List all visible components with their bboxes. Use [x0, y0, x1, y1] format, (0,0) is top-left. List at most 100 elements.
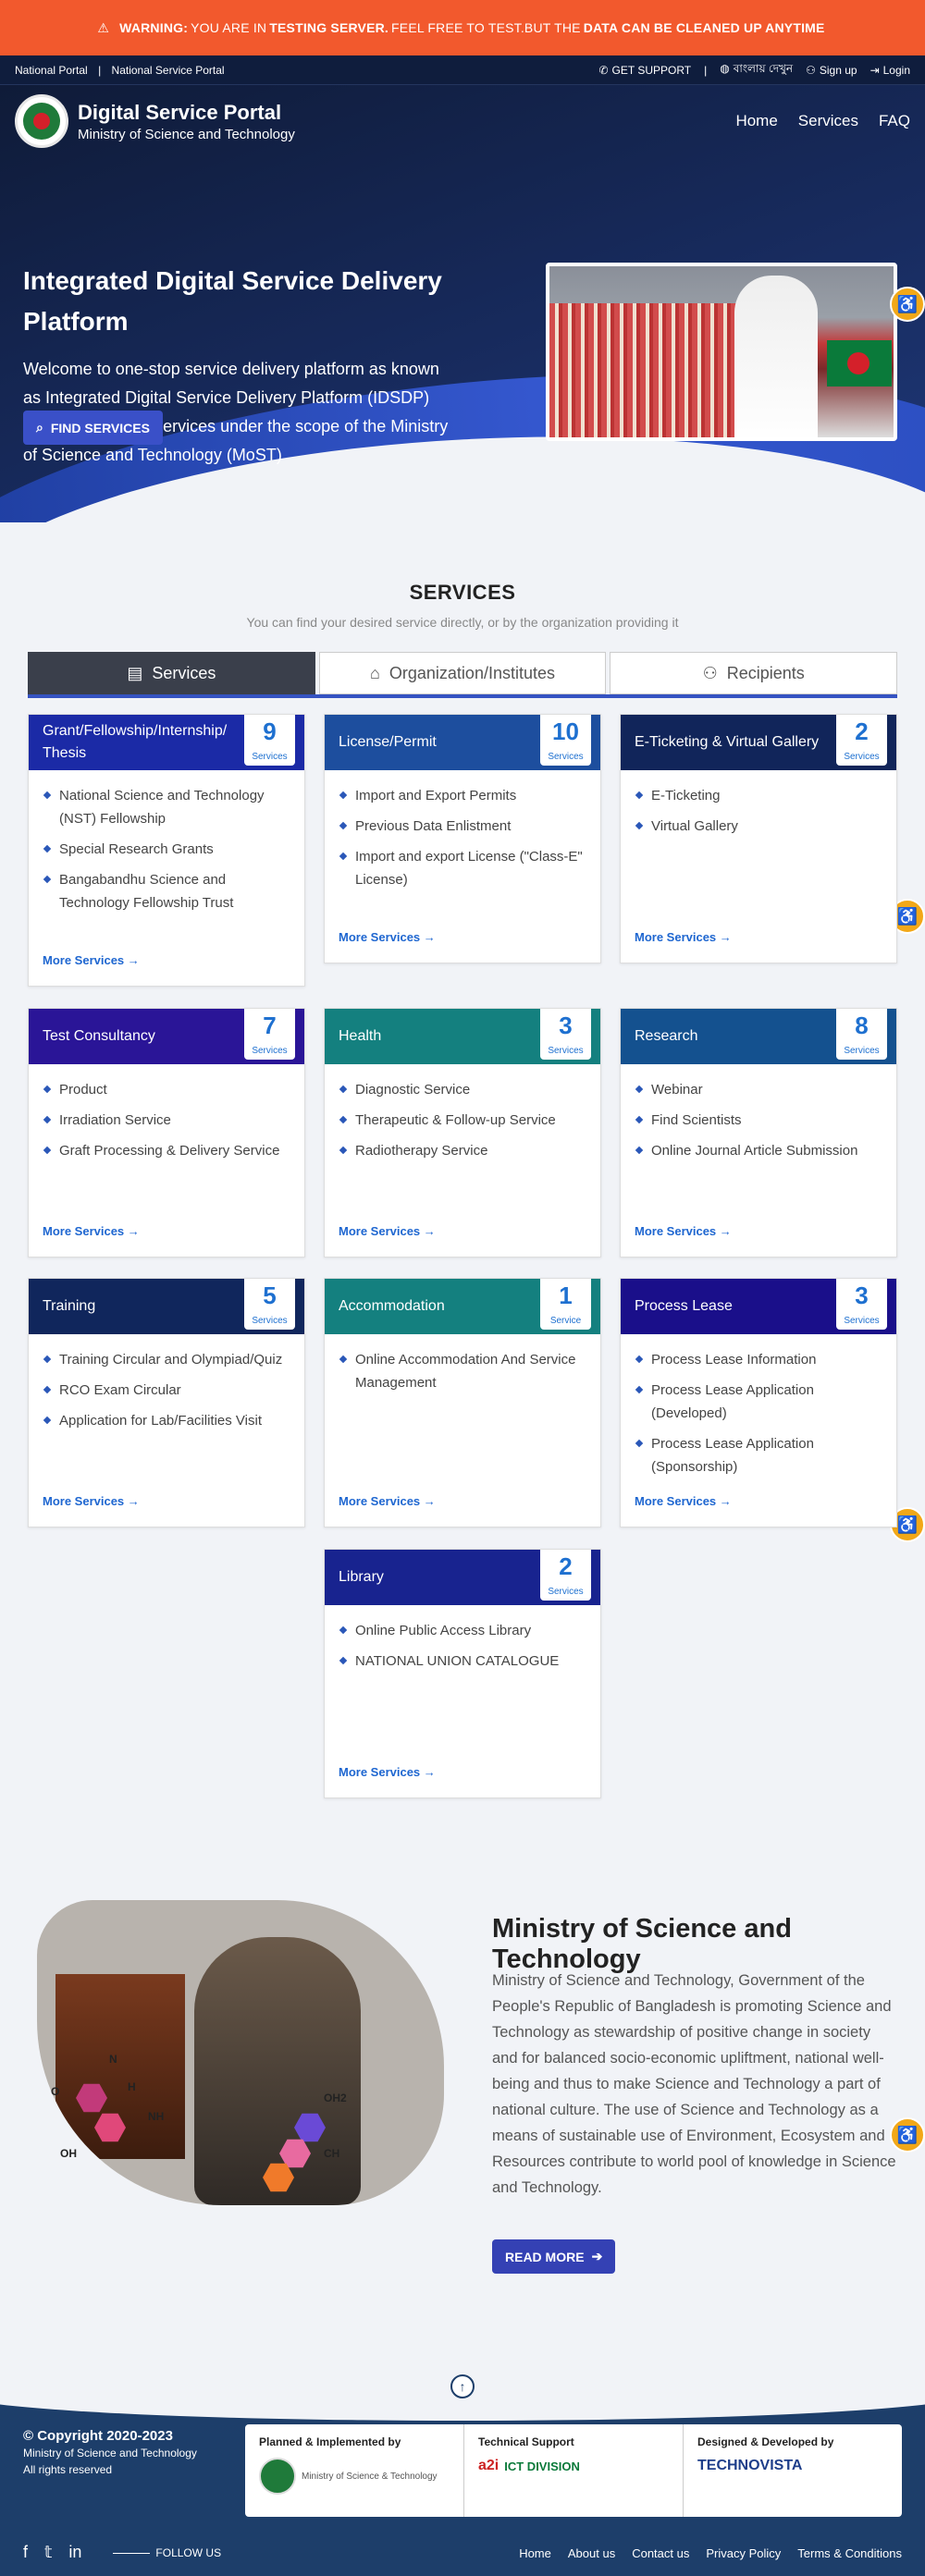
card-header: E-Ticketing & Virtual Gallery 2 Services — [621, 715, 896, 770]
card-title: E-Ticketing & Virtual Gallery — [635, 734, 820, 750]
service-item[interactable]: Application for Lab/Facilities Visit — [43, 1409, 290, 1432]
service-count: 2 — [559, 1552, 573, 1580]
card-header: Test Consultancy 7 Services — [29, 1009, 304, 1064]
service-count-unit: Service — [549, 1316, 582, 1326]
service-item[interactable]: Graft Processing & Delivery Service — [43, 1139, 290, 1162]
service-card[interactable]: Grant/Fellowship/Internship/ Thesis 9 Ser… — [28, 714, 305, 987]
partner-planned: Planned & Implemented by Ministry of Sci… — [245, 2424, 464, 2517]
service-item[interactable]: Virtual Gallery — [635, 815, 882, 838]
nav-faq[interactable]: FAQ — [879, 112, 910, 130]
service-item[interactable]: Process Lease Information — [635, 1348, 882, 1371]
service-item[interactable]: Import and Export Permits — [339, 784, 586, 807]
service-item[interactable]: Therapeutic & Follow-up Service — [339, 1109, 586, 1132]
facebook-icon[interactable]: f — [23, 2543, 28, 2562]
get-support-link[interactable]: ✆ GET SUPPORT — [598, 64, 691, 77]
service-card[interactable]: Accommodation 1 Service Online Accommodat… — [324, 1278, 601, 1527]
login-link[interactable]: ⇥ Login — [870, 64, 910, 77]
footer-link-terms[interactable]: Terms & Conditions — [797, 2546, 902, 2560]
warning-bold: DATA CAN BE CLEANED UP ANYTIME — [583, 20, 825, 35]
service-item[interactable]: Online Public Access Library — [339, 1619, 586, 1642]
service-item[interactable]: Training Circular and Olympiad/Quiz — [43, 1348, 290, 1371]
footer-link-home[interactable]: Home — [519, 2546, 551, 2560]
footer-link-about[interactable]: About us — [568, 2546, 615, 2560]
nav-home[interactable]: Home — [735, 112, 777, 130]
service-item[interactable]: Process Lease Application (Sponsorship) — [635, 1432, 882, 1478]
service-item[interactable]: Webinar — [635, 1078, 882, 1101]
service-item[interactable]: Online Accommodation And Service Managem… — [339, 1348, 586, 1394]
language-toggle[interactable]: ◍ বাংলায় দেখুন — [720, 61, 793, 80]
more-services-link[interactable]: More Services → — [339, 1765, 436, 1779]
service-count: 5 — [263, 1282, 277, 1309]
service-card[interactable]: E-Ticketing & Virtual Gallery 2 Services … — [620, 714, 897, 963]
service-item[interactable]: Bangabandhu Science and Technology Fello… — [43, 868, 290, 914]
more-services-link[interactable]: More Services → — [339, 1494, 436, 1508]
service-item[interactable]: Product — [43, 1078, 290, 1101]
service-card[interactable]: Process Lease 3 Services Process Lease In… — [620, 1278, 897, 1527]
more-services-link[interactable]: More Services → — [43, 1224, 140, 1238]
more-services-link[interactable]: More Services → — [635, 930, 732, 944]
molecule-label: N — [109, 2053, 117, 2066]
service-card[interactable]: Training 5 Services Training Circular and… — [28, 1278, 305, 1527]
service-item[interactable]: Irradiation Service — [43, 1109, 290, 1132]
technovista-logo: TECHNOVISTA — [697, 2458, 803, 2473]
service-item[interactable]: Previous Data Enlistment — [339, 815, 586, 838]
footer: ↑ © Copyright 2020-2023 Ministry of Scie… — [0, 2365, 925, 2576]
service-item[interactable]: Process Lease Application (Developed) — [635, 1379, 882, 1425]
service-item[interactable]: Diagnostic Service — [339, 1078, 586, 1101]
tab-recipients[interactable]: ⚇ Recipients — [610, 652, 898, 694]
service-item[interactable]: National Science and Technology (NST) Fe… — [43, 784, 290, 830]
more-services-link[interactable]: More Services → — [339, 930, 436, 944]
tab-services[interactable]: ▤ Services — [28, 652, 315, 694]
service-count-badge: 10 Services — [540, 715, 591, 766]
partner-name: Ministry of Science & Technology — [302, 2471, 438, 2482]
service-count: 8 — [855, 1012, 869, 1039]
service-item[interactable]: Import and export License ("Class-E" Lic… — [339, 845, 586, 891]
service-count-unit: Services — [252, 1316, 288, 1326]
search-icon: ⌕ — [36, 420, 43, 435]
find-services-button[interactable]: ⌕ FIND SERVICES — [23, 411, 163, 445]
national-service-portal-link[interactable]: National Service Portal — [112, 64, 225, 77]
separator: | — [98, 63, 102, 77]
accessibility-icon[interactable]: ♿ — [890, 287, 925, 322]
service-count: 10 — [552, 718, 579, 745]
warning-banner: ⚠ WARNING: YOU ARE IN TESTING SERVER. FE… — [0, 0, 925, 55]
service-list: Webinar Find Scientists Online Journal A… — [621, 1064, 896, 1162]
service-count-unit: Services — [548, 1046, 584, 1056]
more-services-link[interactable]: More Services → — [43, 1494, 140, 1508]
about-text: Ministry of Science and Technology, Gove… — [492, 1972, 896, 2196]
service-item[interactable]: Find Scientists — [635, 1109, 882, 1132]
sign-up-link[interactable]: ⚇ Sign up — [806, 64, 857, 77]
national-portal-link[interactable]: National Portal — [15, 64, 88, 77]
service-count: 3 — [559, 1012, 573, 1039]
copyright-rights: All rights reserved — [23, 2463, 113, 2476]
service-card[interactable]: Research 8 Services Webinar Find Scientis… — [620, 1008, 897, 1257]
tab-organization[interactable]: ⌂ Organization/Institutes — [318, 652, 607, 694]
service-card[interactable]: Test Consultancy 7 Services Product Irrad… — [28, 1008, 305, 1257]
more-services-link[interactable]: More Services → — [43, 953, 140, 967]
footer-link-privacy[interactable]: Privacy Policy — [706, 2546, 781, 2560]
service-card[interactable]: License/Permit 10 Services Import and Exp… — [324, 714, 601, 963]
scroll-top-button[interactable]: ↑ — [450, 2374, 475, 2398]
service-count-badge: 3 Services — [540, 1009, 591, 1060]
service-item[interactable]: Special Research Grants — [43, 838, 290, 861]
service-item[interactable]: E-Ticketing — [635, 784, 882, 807]
brand[interactable]: Digital Service Portal Ministry of Scien… — [15, 94, 295, 148]
service-card[interactable]: Health 3 Services Diagnostic Service Ther… — [324, 1008, 601, 1257]
nav-services[interactable]: Services — [798, 112, 858, 130]
service-item[interactable]: RCO Exam Circular — [43, 1379, 290, 1402]
more-services-link[interactable]: More Services → — [635, 1494, 732, 1508]
service-item[interactable]: Online Journal Article Submission — [635, 1139, 882, 1162]
read-more-button[interactable]: READ MORE ➔ — [492, 2239, 616, 2274]
service-item[interactable]: Radiotherapy Service — [339, 1139, 586, 1162]
footer-link-contact[interactable]: Contact us — [632, 2546, 689, 2560]
partner-technical: Technical Support a2i ICT DIVISION — [464, 2424, 684, 2517]
service-card[interactable]: Library 2 Services Online Public Access L… — [324, 1549, 601, 1798]
service-item[interactable]: NATIONAL UNION CATALOGUE — [339, 1650, 586, 1673]
twitter-icon[interactable]: 𝕥 — [44, 2543, 52, 2562]
more-services-link[interactable]: More Services → — [635, 1224, 732, 1238]
more-services-link[interactable]: More Services → — [339, 1224, 436, 1238]
linkedin-icon[interactable]: in — [68, 2543, 81, 2562]
language-label: বাংলায় দেখুন — [733, 61, 794, 75]
card-header: Grant/Fellowship/Internship/ Thesis 9 Ser… — [29, 715, 304, 770]
services-heading: SERVICES — [409, 581, 516, 604]
